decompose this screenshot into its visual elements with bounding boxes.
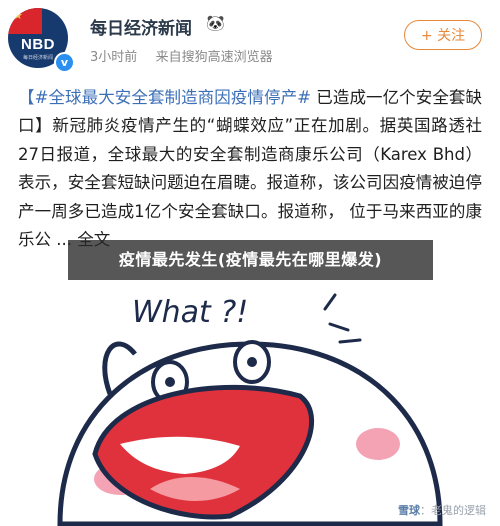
badge-emoji-icon: 🐼 <box>206 14 225 32</box>
author-name[interactable]: 每日经济新闻 <box>90 14 192 39</box>
star-icon: ★ <box>13 9 23 22</box>
watermark: 雪球：老鬼的逻辑 <box>398 502 486 518</box>
verified-icon: v <box>54 52 75 73</box>
illustration-text: What ?! <box>132 295 248 330</box>
overlay-caption: 疫情最先发生(疫情最先在哪里爆发) <box>68 240 433 280</box>
xueqiu-brand: 雪球 <box>398 504 420 517</box>
avatar-logo: NBD <box>21 36 55 53</box>
post-header: ★ NBD 每日经济新闻 v 每日经济新闻 🐼 3小时前 来自搜狗高速浏览器 +… <box>0 0 500 78</box>
post-source: 来自搜狗高速浏览器 <box>155 50 273 65</box>
post-meta: 3小时前 来自搜狗高速浏览器 <box>90 46 273 65</box>
watermark-text: ：老鬼的逻辑 <box>420 504 486 517</box>
author-badge-icons: 🐼 <box>206 14 225 32</box>
author-avatar[interactable]: ★ NBD 每日经济新闻 v <box>8 8 75 74</box>
post-body: 【#全球最大安全套制造商因疫情停产# 已造成一亿个安全套缺口】新冠肺炎疫情产生的… <box>18 84 482 254</box>
surprised-cartoon-image: What ?! <box>57 293 443 526</box>
post-time: 3小时前 <box>90 50 138 65</box>
cartoon-face <box>57 293 443 526</box>
right-cheek <box>356 428 400 460</box>
follow-button[interactable]: + 关注 <box>404 20 482 50</box>
post-hashtag[interactable]: 【#全球最大安全套制造商因疫情停产# <box>18 88 311 107</box>
post-text: 已造成一亿个安全套缺口】新冠肺炎疫情产生的“蝴蝶效应”正在加剧。据英国路透社27… <box>18 88 482 250</box>
